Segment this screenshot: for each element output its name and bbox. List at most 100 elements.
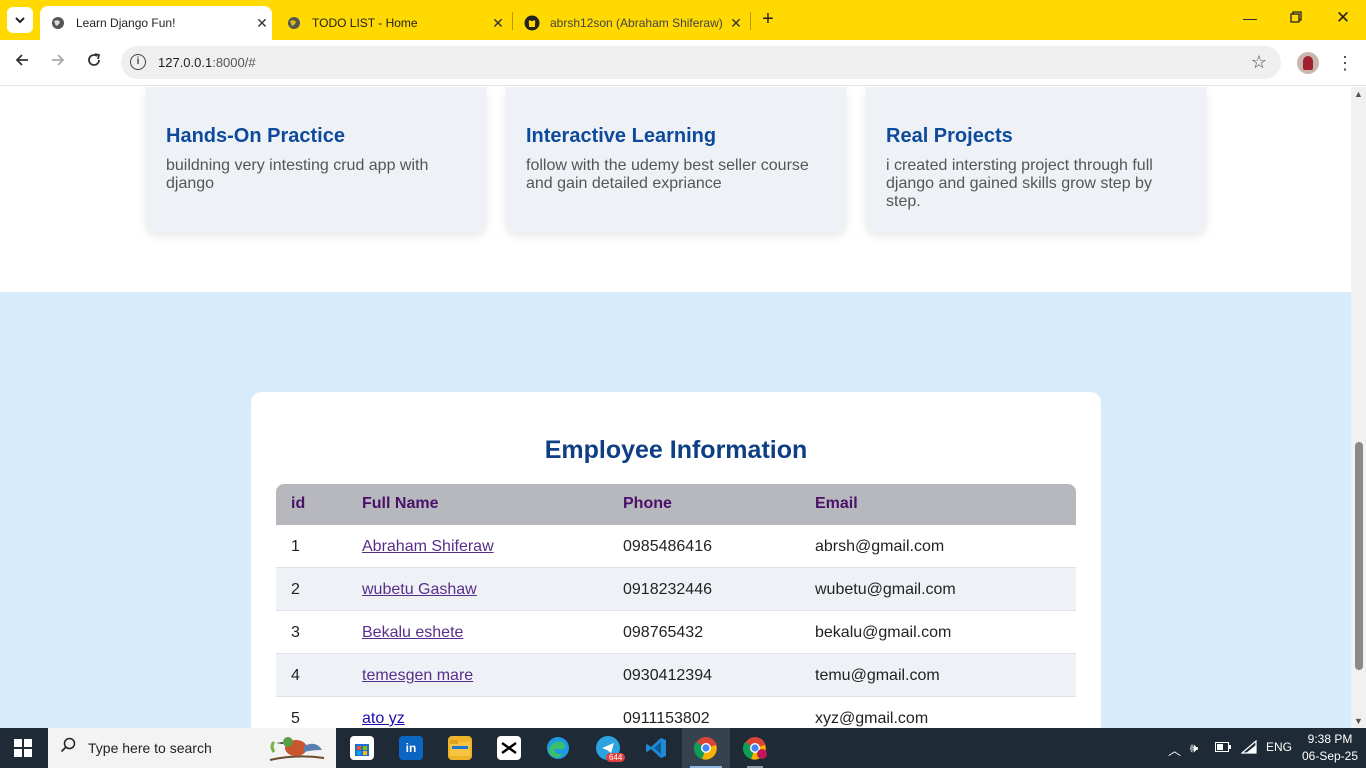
employee-name-link[interactable]: Abraham Shiferaw — [362, 538, 494, 556]
menu-icon[interactable]: ⋮ — [1336, 50, 1354, 76]
profile-avatar[interactable] — [1297, 52, 1319, 74]
cell-email: temu@gmail.com — [815, 667, 940, 684]
speaker-icon[interactable]: 🕪 — [1190, 740, 1198, 756]
close-tab-icon[interactable]: ✕ — [726, 15, 746, 32]
employee-heading: Employee Information — [544, 436, 808, 464]
clock-time: 9:38 PM — [1307, 732, 1353, 746]
language-indicator[interactable]: ENG — [1266, 740, 1292, 754]
search-icon — [60, 737, 76, 758]
table-row: 5 ato yz 0911153802 xyz@gmail.com — [276, 697, 1076, 728]
tray-overflow-icon[interactable]: ︿ — [1168, 740, 1181, 759]
employee-section: Employee Information id Full Name Phone … — [0, 292, 1351, 728]
table-row: 1 Abraham Shiferaw 0985486416 abrsh@gmai… — [276, 525, 1076, 568]
close-window-icon[interactable]: ✕ — [1333, 8, 1353, 28]
windows-start-icon[interactable] — [14, 739, 32, 757]
cell-email: xyz@gmail.com — [815, 710, 929, 727]
clock[interactable]: 9:38 PM 06-Sep-25 — [1300, 731, 1360, 765]
forward-icon[interactable] — [47, 52, 69, 74]
table-row: 2 wubetu Gashaw 0918232446 wubetu@gmail.… — [276, 568, 1076, 611]
employee-name-link[interactable]: wubetu Gashaw — [362, 581, 477, 599]
address-bar[interactable]: i 127.0.0.1:8000/# ☆ — [121, 46, 1281, 79]
table-row: 4 temesgen mare 0930412394 temu@gmail.co… — [276, 654, 1076, 697]
globe-icon — [50, 15, 66, 31]
cell-phone: 098765432 — [623, 624, 704, 641]
site-info-icon[interactable]: i — [130, 54, 146, 70]
telegram-badge: 644 — [606, 753, 626, 762]
scroll-down-icon[interactable]: ▼ — [1354, 716, 1363, 726]
tab-strip: Learn Django Fun! ✕ TODO LIST - Home ✕ a… — [0, 0, 1366, 40]
cell-id: 2 — [291, 581, 300, 598]
bird-illustration-icon — [269, 737, 325, 761]
employee-name-link[interactable]: ato yz — [362, 710, 405, 728]
tab-title: TODO LIST - Home — [312, 16, 418, 30]
feature-title: Hands-On Practice — [166, 125, 345, 147]
cell-id: 3 — [291, 624, 300, 641]
restore-icon[interactable] — [1286, 10, 1306, 26]
cell-id: 5 — [291, 710, 300, 727]
cell-email: wubetu@gmail.com — [815, 581, 956, 598]
cell-phone: 0985486416 — [623, 538, 712, 555]
reload-icon[interactable] — [83, 52, 105, 74]
search-placeholder: Type here to search — [88, 740, 212, 756]
cell-phone: 0930412394 — [623, 667, 712, 684]
column-header-phone: Phone — [623, 495, 672, 512]
minimize-icon[interactable]: — — [1240, 10, 1260, 26]
file-explorer-icon[interactable] — [448, 736, 472, 760]
scroll-up-icon[interactable]: ▲ — [1354, 89, 1363, 99]
linkedin-icon[interactable]: in — [399, 736, 423, 760]
taskbar-search[interactable]: Type here to search — [48, 728, 336, 768]
cell-phone: 0911153802 — [623, 710, 710, 727]
employee-name-link[interactable]: temesgen mare — [362, 667, 473, 685]
tab-search-button[interactable] — [7, 7, 33, 33]
battery-icon[interactable] — [1215, 740, 1231, 755]
edge-icon[interactable] — [546, 736, 570, 760]
close-tab-icon[interactable]: ✕ — [252, 15, 272, 32]
feature-card: Interactive Learning follow with the ude… — [506, 87, 846, 232]
globe-icon — [286, 15, 302, 31]
new-tab-icon[interactable]: + — [758, 9, 778, 29]
wifi-icon[interactable] — [1240, 739, 1257, 757]
employee-table: id Full Name Phone Email 1 Abraham Shife… — [276, 484, 1076, 728]
table-header: id Full Name Phone Email — [276, 484, 1076, 525]
feature-text: buildning very intesting crud app with d… — [166, 157, 429, 192]
tab-todo-list[interactable]: TODO LIST - Home ✕ — [276, 6, 508, 40]
cell-id: 1 — [291, 538, 300, 555]
microsoft-store-icon[interactable] — [350, 736, 374, 760]
table-row: 3 Bekalu eshete 098765432 bekalu@gmail.c… — [276, 611, 1076, 654]
column-header-id: id — [291, 495, 306, 512]
clock-date: 06-Sep-25 — [1301, 749, 1359, 763]
employee-name-link[interactable]: Bekalu eshete — [362, 624, 463, 642]
taskbar: Type here to search in 644 ︿ 🕪 ENG 9:38 … — [0, 728, 1366, 768]
cell-phone: 0918232446 — [623, 581, 712, 598]
chrome-icon[interactable] — [694, 736, 718, 760]
feature-title: Interactive Learning — [526, 125, 717, 147]
page-viewport: Hands-On Practice buildning very intesti… — [0, 87, 1351, 728]
tab-separator — [512, 12, 513, 30]
capcut-icon[interactable] — [497, 736, 521, 760]
chrome-profile-icon[interactable] — [743, 736, 767, 760]
tab-github[interactable]: abrsh12son (Abraham Shiferaw) ✕ — [514, 6, 746, 40]
back-icon[interactable] — [11, 52, 33, 74]
features-section: Hands-On Practice buildning very intesti… — [0, 87, 1351, 292]
tab-learn-django[interactable]: Learn Django Fun! ✕ — [40, 6, 272, 40]
cell-id: 4 — [291, 667, 300, 684]
feature-card: Hands-On Practice buildning very intesti… — [146, 87, 486, 232]
github-icon — [524, 15, 540, 31]
feature-text: i created intersting project through ful… — [886, 157, 1153, 210]
tab-title: Learn Django Fun! — [76, 16, 176, 30]
close-tab-icon[interactable]: ✕ — [488, 15, 508, 32]
url-text: 127.0.0.1:8000/# — [158, 55, 256, 70]
column-header-email: Email — [815, 495, 858, 512]
tab-separator — [750, 12, 751, 30]
column-header-name: Full Name — [362, 495, 439, 512]
page-scrollbar[interactable]: ▲ ▼ — [1351, 87, 1366, 728]
browser-toolbar: i 127.0.0.1:8000/# ☆ ⋮ — [0, 40, 1366, 86]
cell-email: abrsh@gmail.com — [815, 538, 945, 555]
scrollbar-thumb[interactable] — [1355, 442, 1363, 670]
bookmark-star-icon[interactable]: ☆ — [1251, 52, 1267, 73]
feature-text: follow with the udemy best seller course… — [526, 157, 809, 192]
vscode-icon[interactable] — [644, 736, 668, 760]
employee-panel: Employee Information id Full Name Phone … — [251, 392, 1101, 728]
cell-email: bekalu@gmail.com — [815, 624, 952, 641]
feature-title: Real Projects — [886, 125, 1013, 147]
